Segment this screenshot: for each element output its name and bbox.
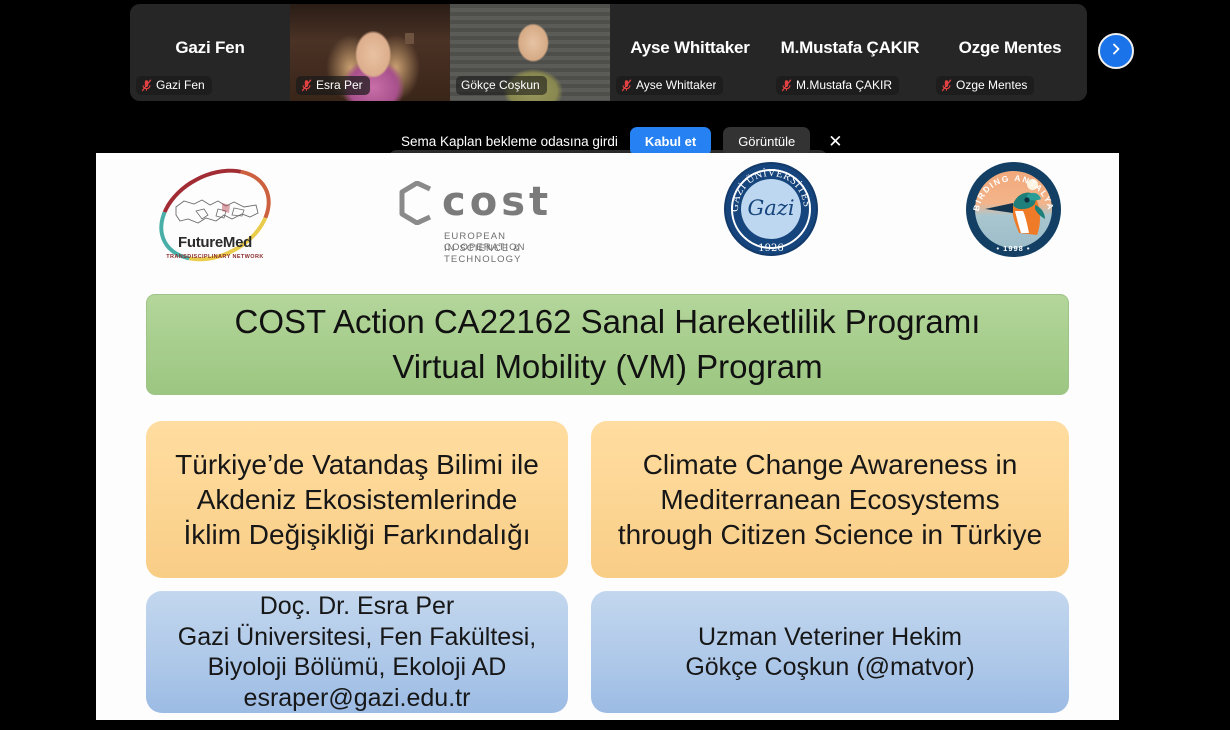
participant-display-name: Ayse Whittaker bbox=[630, 38, 750, 57]
mic-muted-icon bbox=[781, 78, 792, 92]
banner-line-1: COST Action CA22162 Sanal Hareketlilik P… bbox=[234, 302, 981, 340]
presenter-1-text: Doç. Dr. Esra Per Gazi Üniversitesi, Fen… bbox=[178, 591, 536, 713]
presenter-1-line-3: Biyoloji Bölümü, Ekoloji AD bbox=[207, 653, 507, 681]
participant-tile-esra-per[interactable]: Esra Per bbox=[290, 4, 450, 101]
presenter-1-line-1: Doç. Dr. Esra Per bbox=[259, 592, 455, 620]
english-title-text: Climate Change Awareness in Mediterranea… bbox=[618, 447, 1042, 553]
participant-name-badge: Gazi Fen bbox=[136, 76, 212, 95]
banner-line-2: Virtual Mobility (VM) Program bbox=[392, 347, 823, 385]
presenter-2-line-2: Gökçe Coşkun (@matvor) bbox=[685, 653, 975, 681]
participant-badge-label: Esra Per bbox=[316, 78, 363, 92]
slide-title-banner: COST Action CA22162 Sanal Hareketlilik P… bbox=[146, 294, 1069, 395]
cost-subtitle-line2: IN SCIENCE & TECHNOLOGY bbox=[444, 243, 522, 265]
participant-badge-label: Ozge Mentes bbox=[956, 78, 1028, 92]
accept-button[interactable]: Kabul et bbox=[629, 126, 712, 156]
presenter-1-line-2: Gazi Üniversitesi, Fen Fakültesi, bbox=[177, 622, 537, 651]
english-title-line-2: Mediterranean Ecosystems bbox=[660, 483, 1000, 515]
participant-name-badge: Gökçe Coşkun bbox=[456, 76, 547, 95]
gazi-university-logo: GAZİ ÜNİVERSİTESİ Gazi 1926 bbox=[724, 162, 818, 262]
participant-tile-ayse-whittaker[interactable]: Ayse Whittaker Ayse Whittaker bbox=[610, 4, 770, 101]
view-button[interactable]: Görüntüle bbox=[723, 126, 811, 156]
futuremed-subtitle: TRANSDISCIPLINARY NETWORK bbox=[166, 254, 264, 260]
participant-badge-label: Gazi Fen bbox=[156, 78, 205, 92]
participant-display-name: Gazi Fen bbox=[175, 38, 245, 57]
birding-year: • 1998 • bbox=[996, 244, 1031, 253]
participant-tile-gazi-fen[interactable]: Gazi Fen Gazi Fen bbox=[130, 4, 290, 101]
participant-badge-label: M.Mustafa ÇAKIR bbox=[796, 78, 893, 92]
birding-antalya-logo: BIRDING ANTALYA • 1998 • bbox=[966, 162, 1061, 257]
presenter-2-text: Uzman Veteriner Hekim Gökçe Coşkun (@mat… bbox=[685, 622, 974, 683]
waiting-room-notification: Sema Kaplan bekleme odasına girdi Kabul … bbox=[395, 126, 855, 156]
presenter-1-box: Doç. Dr. Esra Per Gazi Üniversitesi, Fen… bbox=[146, 591, 568, 713]
participant-name-badge: Ozge Mentes bbox=[936, 76, 1035, 95]
cost-hexagon-icon bbox=[399, 181, 432, 225]
turkish-title-line-2: Akdeniz Ekosistemlerinde bbox=[196, 483, 518, 515]
chevron-right-icon bbox=[1109, 42, 1123, 61]
presenter-2-line-1: Uzman Veteriner Hekim bbox=[698, 622, 962, 651]
notification-message: Sema Kaplan bekleme odasına girdi bbox=[401, 133, 618, 149]
birding-arc-text: BIRDING ANTALYA bbox=[971, 173, 1056, 212]
close-icon[interactable]: ✕ bbox=[822, 130, 848, 153]
gazi-seal-year: 1926 bbox=[758, 243, 784, 254]
participant-display-name: M.Mustafa ÇAKIR bbox=[780, 38, 920, 57]
english-title-line-1: Climate Change Awareness in bbox=[642, 448, 1018, 480]
participant-display-name: Ozge Mentes bbox=[958, 38, 1062, 57]
participant-name-badge: Esra Per bbox=[296, 76, 370, 95]
participant-tile-mmustafa-cakir[interactable]: M.Mustafa ÇAKIR M.Mustafa ÇAKIR bbox=[770, 4, 930, 101]
presenter-1-email: esraper@gazi.edu.tr bbox=[243, 683, 471, 712]
turkish-title-text: Türkiye’de Vatandaş Bilimi ile Akdeniz E… bbox=[175, 447, 539, 553]
participant-tile-gokce-coskun[interactable]: Gökçe Coşkun bbox=[450, 4, 610, 101]
futuremed-logo: FutureMed TRANSDISCIPLINARY NETWORK bbox=[143, 153, 287, 280]
cost-logo: cost EUROPEAN COOPERATION IN SCIENCE & T… bbox=[396, 179, 586, 265]
shared-slide: FutureMed TRANSDISCIPLINARY NETWORK cost… bbox=[96, 153, 1119, 720]
turkish-title-box: Türkiye’de Vatandaş Bilimi ile Akdeniz E… bbox=[146, 421, 568, 578]
presenter-2-box: Uzman Veteriner Hekim Gökçe Coşkun (@mat… bbox=[591, 591, 1069, 713]
cost-wordmark: cost bbox=[442, 179, 553, 225]
participant-name-badge: M.Mustafa ÇAKIR bbox=[776, 76, 900, 95]
participant-tile-ozge-mentes[interactable]: Ozge Mentes Ozge Mentes bbox=[930, 4, 1087, 101]
filmstrip-next-page-button[interactable] bbox=[1098, 33, 1134, 69]
app-root: Gazi Fen Gazi Fen Esra Per Gökçe Coşkun bbox=[0, 0, 1230, 730]
participant-filmstrip: Gazi Fen Gazi Fen Esra Per Gökçe Coşkun bbox=[130, 4, 1087, 101]
english-title-box: Climate Change Awareness in Mediterranea… bbox=[591, 421, 1069, 578]
mic-muted-icon bbox=[301, 78, 312, 92]
participant-badge-label: Gökçe Coşkun bbox=[461, 78, 540, 92]
banner-text: COST Action CA22162 Sanal Hareketlilik P… bbox=[235, 300, 981, 390]
svg-text:BIRDING ANTALYA: BIRDING ANTALYA bbox=[971, 173, 1056, 212]
participant-badge-label: Ayse Whittaker bbox=[636, 78, 717, 92]
mediterranean-map-icon bbox=[175, 199, 259, 224]
logo-row: FutureMed TRANSDISCIPLINARY NETWORK cost… bbox=[96, 153, 1119, 280]
gazi-seal-script: Gazi bbox=[747, 196, 795, 220]
mic-muted-icon bbox=[621, 78, 632, 92]
futuremed-wordmark: FutureMed bbox=[178, 234, 252, 251]
turkish-title-line-3: İklim Değişikliği Farkındalığı bbox=[183, 519, 531, 551]
mic-muted-icon bbox=[141, 78, 152, 92]
mic-muted-icon bbox=[941, 78, 952, 92]
participant-name-badge: Ayse Whittaker bbox=[616, 76, 724, 95]
turkish-title-line-1: Türkiye’de Vatandaş Bilimi ile bbox=[175, 448, 539, 480]
english-title-line-3: through Citizen Science in Türkiye bbox=[617, 519, 1043, 551]
